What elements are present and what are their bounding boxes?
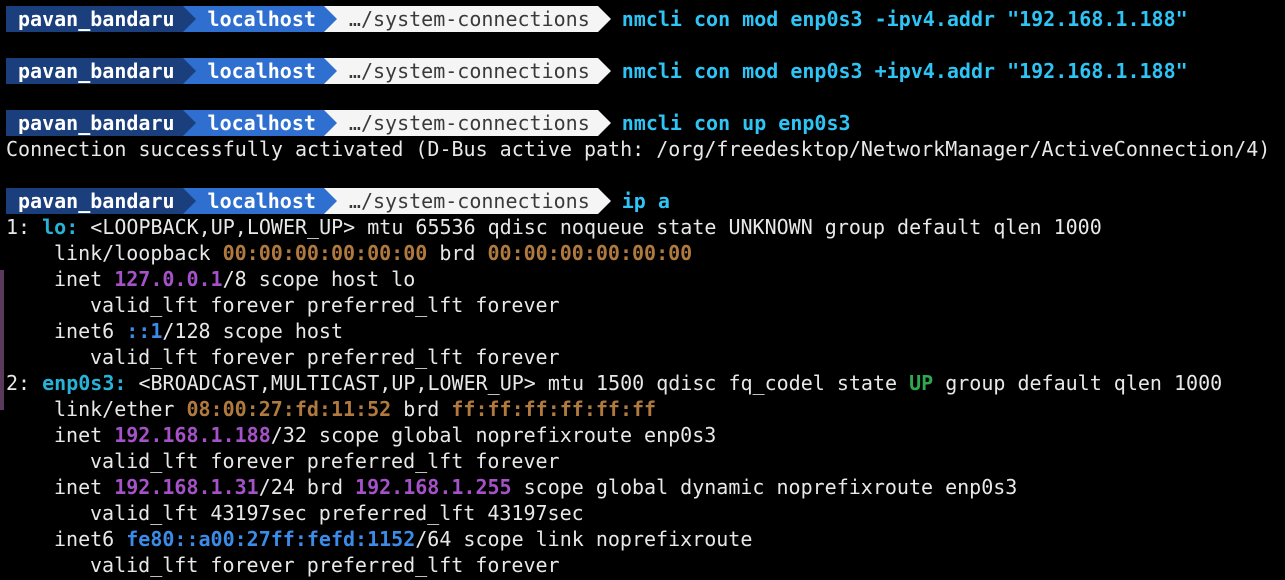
prompt-user: pavan_bandaru: [6, 58, 196, 84]
ipv6-address: fe80::a00:27ff:fefd:1152: [126, 527, 416, 551]
inet-label: inet: [54, 475, 115, 499]
command-text: nmcli con mod enp0s3 +ipv4.addr "192.168…: [621, 59, 1188, 83]
prompt-line: pavan_bandaru localhost …/system-connect…: [0, 110, 1285, 136]
brd-address: ff:ff:ff:ff:ff:ff: [451, 397, 657, 421]
inet-line: inet 192.168.1.188/32 scope global nopre…: [0, 422, 1285, 448]
brd-address: 00:00:00:00:00:00: [487, 241, 693, 265]
prompt-host: localhost: [182, 6, 338, 32]
valid-lft-line: valid_lft 43197sec preferred_lft 43197se…: [90, 501, 584, 525]
interface-index: 2:: [6, 371, 43, 395]
interface-header-lo: 1: lo: <LOOPBACK,UP,LOWER_UP> mtu 65536 …: [0, 214, 1285, 240]
prompt-user: pavan_bandaru: [6, 188, 196, 214]
inet6-label: inet6: [54, 319, 127, 343]
prompt-host: localhost: [182, 188, 338, 214]
ipv4-address: 192.168.1.31: [114, 475, 259, 499]
prompt-host: localhost: [182, 110, 338, 136]
inet-line: inet 127.0.0.1/8 scope host lo: [0, 266, 1285, 292]
prompt-path: …/system-connections: [323, 110, 611, 136]
prompt-user: pavan_bandaru: [6, 110, 196, 136]
prompt-path: …/system-connections: [323, 6, 611, 32]
prompt-line: pavan_bandaru localhost …/system-connect…: [0, 6, 1285, 32]
valid-lft-line: valid_lft forever preferred_lft forever: [90, 293, 560, 317]
interface-flags: <BROADCAST,MULTICAST,UP,LOWER_UP> mtu 15…: [126, 371, 910, 395]
brd-label: brd: [391, 397, 452, 421]
inet6-label: inet6: [54, 527, 127, 551]
state-badge: UP: [909, 371, 934, 395]
interface-flags: <LOOPBACK,UP,LOWER_UP> mtu 65536 qdisc n…: [78, 215, 1102, 239]
interface-name: enp0s3:: [42, 371, 127, 395]
inet6-line: inet6 fe80::a00:27ff:fefd:1152/64 scope …: [0, 526, 1285, 552]
command-text: ip a: [621, 189, 670, 213]
valid-lft-line: valid_lft forever preferred_lft forever: [90, 449, 560, 473]
brd-label: brd: [427, 241, 488, 265]
inet-details: /32 scope global noprefixroute enp0s3: [270, 423, 717, 447]
prompt-path: …/system-connections: [323, 58, 611, 84]
prompt-line: pavan_bandaru localhost …/system-connect…: [0, 188, 1285, 214]
interface-header-enp0s3: 2: enp0s3: <BROADCAST,MULTICAST,UP,LOWER…: [0, 370, 1285, 396]
inet6-line: inet6 ::1/128 scope host: [0, 318, 1285, 344]
ipv4-address: 192.168.1.188: [114, 423, 271, 447]
terminal-output[interactable]: pavan_bandaru localhost …/system-connect…: [0, 6, 1285, 578]
prompt-host: localhost: [182, 58, 338, 84]
prompt-line: pavan_bandaru localhost …/system-connect…: [0, 58, 1285, 84]
broadcast-address: 192.168.1.255: [355, 475, 512, 499]
command-text: nmcli con mod enp0s3 -ipv4.addr "192.168…: [621, 7, 1188, 31]
link-line: link/loopback 00:00:00:00:00:00 brd 00:0…: [0, 240, 1285, 266]
ipv4-address: 127.0.0.1: [114, 267, 223, 291]
interface-index: 1:: [6, 215, 43, 239]
command-text: nmcli con up enp0s3: [621, 111, 851, 135]
inet-details: /8 scope host lo: [222, 267, 416, 291]
inet-details: scope global dynamic noprefixroute enp0s…: [511, 475, 1018, 499]
inet6-details: /64 scope link noprefixroute: [415, 527, 753, 551]
inet-brd-label: /24 brd: [258, 475, 356, 499]
inet-label: inet: [54, 267, 115, 291]
mac-address: 08:00:27:fd:11:52: [186, 397, 392, 421]
inet6-details: /128 scope host: [162, 319, 343, 343]
prompt-user: pavan_bandaru: [6, 6, 196, 32]
valid-lft-line: valid_lft forever preferred_lft forever: [90, 345, 560, 369]
inet-line: inet 192.168.1.31/24 brd 192.168.1.255 s…: [0, 474, 1285, 500]
valid-lft-line: valid_lft forever preferred_lft forever: [90, 553, 560, 577]
output-line: Connection successfully activated (D-Bus…: [6, 137, 1271, 161]
mac-address: 00:00:00:00:00:00: [222, 241, 428, 265]
interface-flags-tail: group default qlen 1000: [933, 371, 1223, 395]
link-label: link/loopback: [54, 241, 223, 265]
inet-label: inet: [54, 423, 115, 447]
ipv6-address: ::1: [126, 319, 163, 343]
link-label: link/ether: [54, 397, 187, 421]
link-line: link/ether 08:00:27:fd:11:52 brd ff:ff:f…: [0, 396, 1285, 422]
interface-name: lo:: [42, 215, 79, 239]
prompt-path: …/system-connections: [323, 188, 611, 214]
